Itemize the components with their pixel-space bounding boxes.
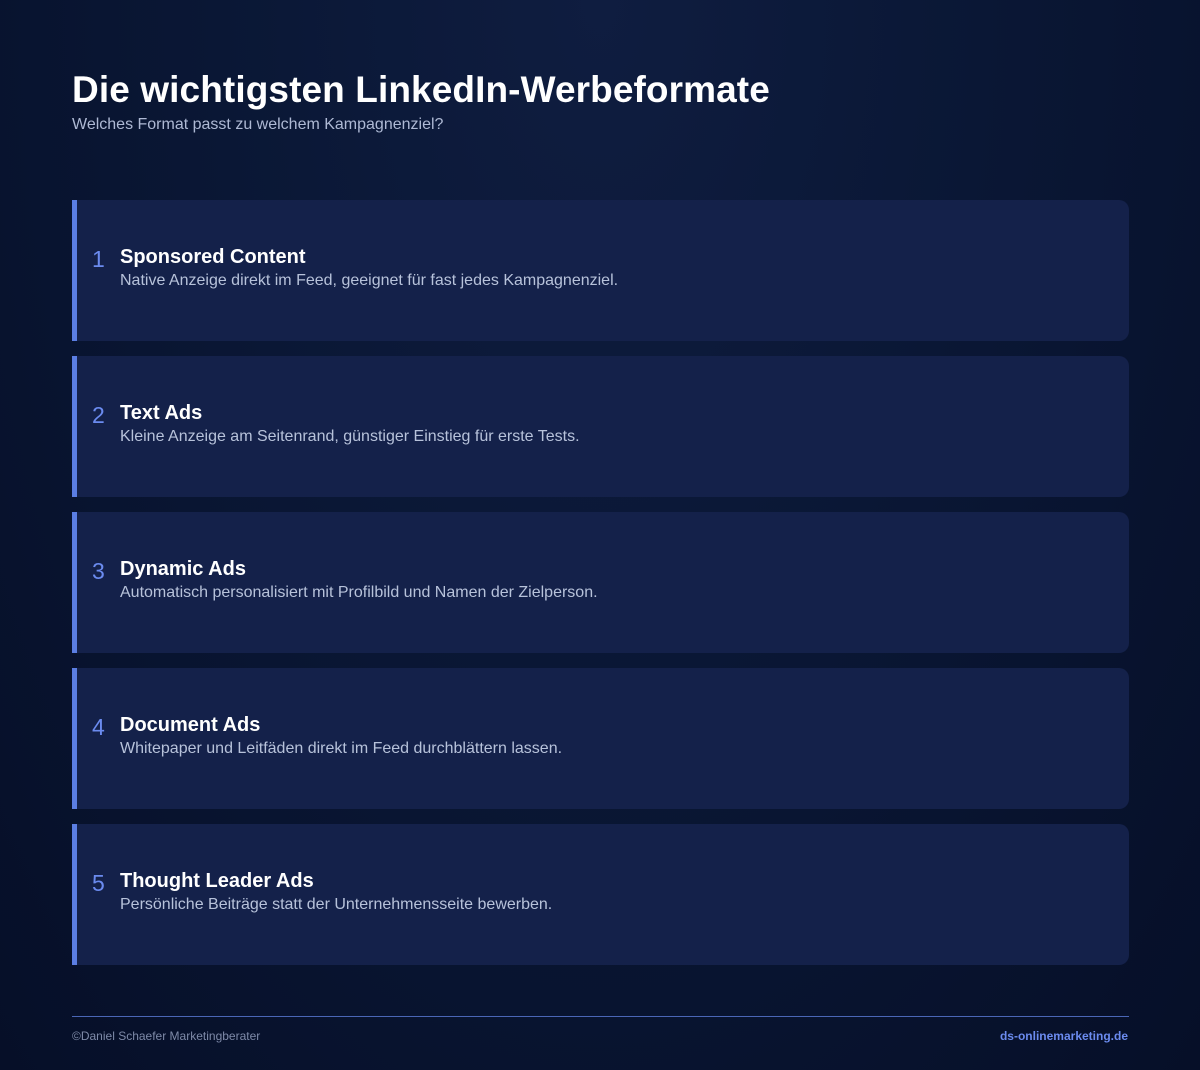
format-title: Sponsored Content (120, 246, 306, 268)
format-card-document-ads: 4 Document Ads Whitepaper und Leitfäden … (72, 668, 1129, 809)
format-description: Persönliche Beiträge statt der Unternehm… (120, 896, 553, 913)
format-description: Native Anzeige direkt im Feed, geeignet … (120, 272, 619, 289)
page-header: Die wichtigsten LinkedIn-Werbeformate We… (72, 66, 1128, 136)
format-title: Text Ads (120, 402, 203, 424)
website-link[interactable]: ds-onlinemarketing.de (1000, 1028, 1128, 1044)
format-number: 4 (92, 714, 105, 740)
format-title: Document Ads (120, 714, 261, 736)
footer-divider (72, 1016, 1129, 1017)
page-title: Die wichtigsten LinkedIn-Werbeformate (72, 69, 770, 110)
format-title: Thought Leader Ads (120, 870, 314, 892)
page-subtitle: Welches Format passt zu welchem Kampagne… (72, 116, 444, 133)
format-description: Automatisch personalisiert mit Profilbil… (120, 584, 598, 601)
format-number: 3 (92, 558, 105, 584)
format-list: 1 Sponsored Content Native Anzeige direk… (72, 200, 1129, 980)
footer-copyright: ©Daniel Schaefer Marketingberater (72, 1029, 261, 1043)
format-card-thought-leader-ads: 5 Thought Leader Ads Persönliche Beiträg… (72, 824, 1129, 965)
format-number: 1 (92, 246, 105, 272)
format-number: 2 (92, 402, 105, 428)
format-description: Kleine Anzeige am Seitenrand, günstiger … (120, 428, 580, 445)
format-card-sponsored-content: 1 Sponsored Content Native Anzeige direk… (72, 200, 1129, 341)
format-number: 5 (92, 870, 105, 896)
format-card-text-ads: 2 Text Ads Kleine Anzeige am Seitenrand,… (72, 356, 1129, 497)
format-description: Whitepaper und Leitfäden direkt im Feed … (120, 740, 563, 757)
format-title: Dynamic Ads (120, 558, 246, 580)
format-card-dynamic-ads: 3 Dynamic Ads Automatisch personalisiert… (72, 512, 1129, 653)
